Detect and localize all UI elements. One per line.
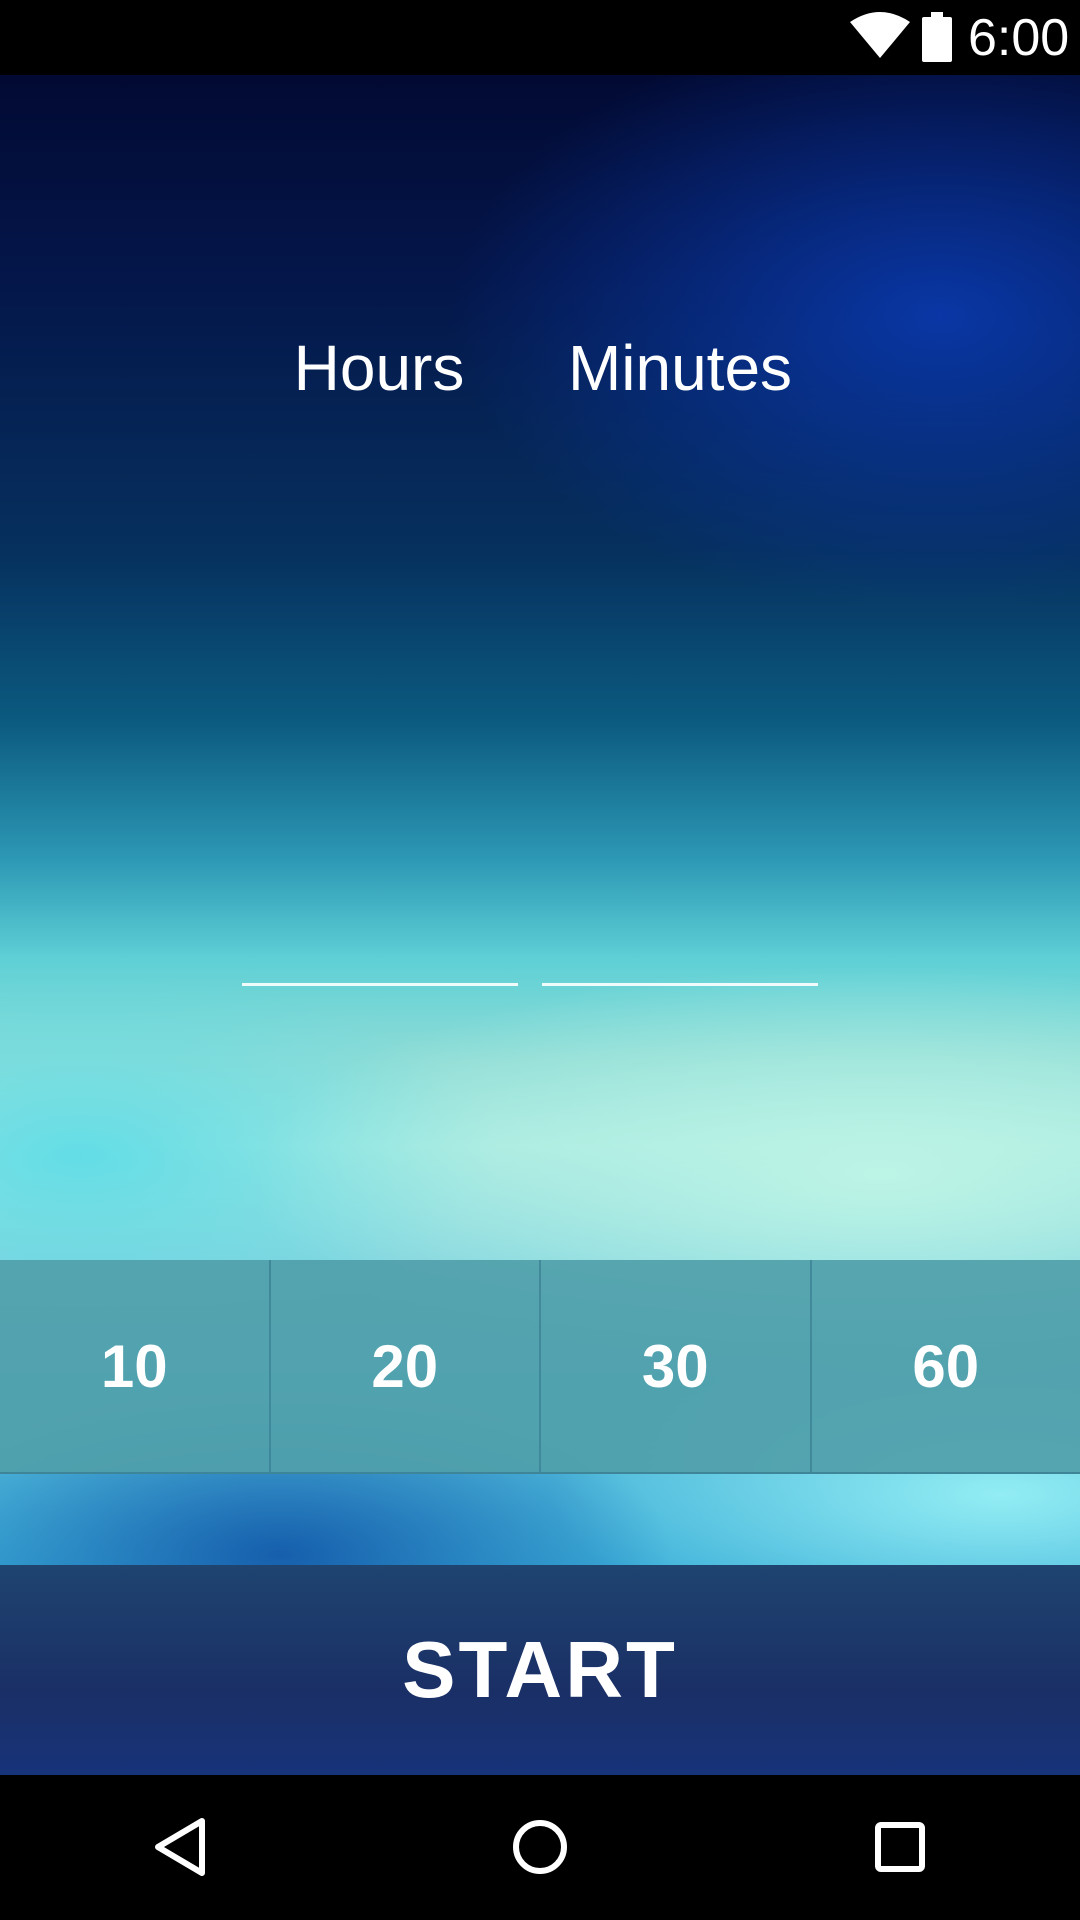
status-clock: 6:00 [968, 9, 1070, 67]
recents-square-icon [875, 1822, 925, 1872]
preset-button-30[interactable]: 30 [541, 1260, 812, 1472]
preset-button-60[interactable]: 60 [812, 1260, 1080, 1472]
navigation-bar [0, 1775, 1080, 1920]
timer-screen: 6:00 Hours Minutes 10 20 30 60 START [0, 0, 1080, 1920]
hours-input[interactable] [242, 899, 518, 986]
start-button[interactable]: START [0, 1565, 1080, 1775]
preset-button-10[interactable]: 10 [0, 1260, 271, 1472]
status-bar: 6:00 [0, 0, 1080, 75]
battery-icon [922, 12, 952, 62]
home-button[interactable] [490, 1797, 590, 1897]
wifi-icon [850, 12, 910, 58]
recents-button[interactable] [850, 1797, 950, 1897]
back-triangle-icon [155, 1818, 205, 1876]
minutes-input[interactable] [542, 899, 818, 986]
preset-buttons: 10 20 30 60 [0, 1260, 1080, 1474]
back-button[interactable] [130, 1797, 230, 1897]
home-circle-icon [513, 1820, 567, 1874]
preset-button-20[interactable]: 20 [271, 1260, 541, 1472]
timer-main-area: Hours Minutes 10 20 30 60 [0, 75, 1080, 1775]
minutes-label: Minutes [567, 332, 793, 404]
hours-label: Hours [293, 332, 465, 404]
